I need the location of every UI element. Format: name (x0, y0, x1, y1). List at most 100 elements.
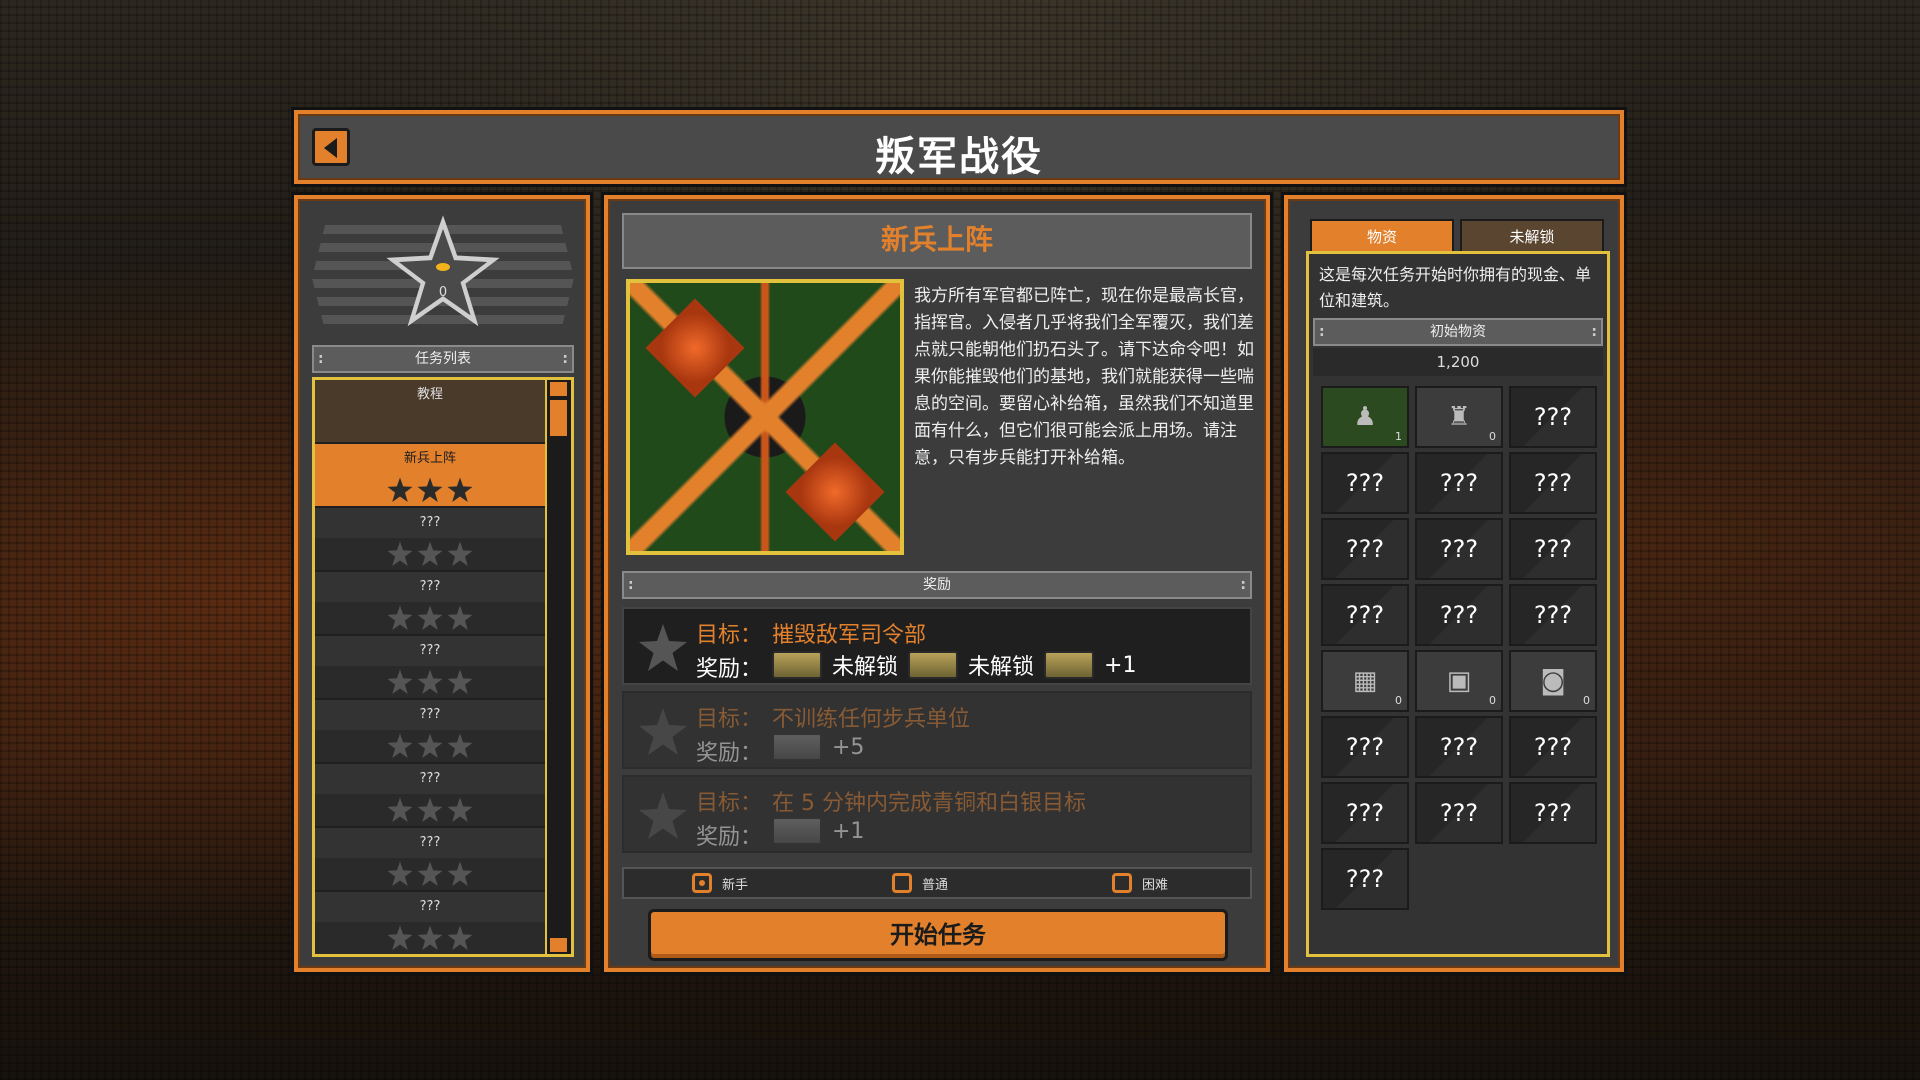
reward-label: 奖励： (696, 825, 763, 850)
star-icon (417, 861, 443, 886)
supply-slot-locked[interactable]: ??? (1509, 452, 1597, 514)
mission-list-item[interactable]: ??? (315, 700, 545, 764)
objective-star-icon (639, 792, 687, 839)
radio-checked-icon[interactable] (692, 873, 712, 893)
mission-name: ??? (315, 572, 545, 602)
supply-slot-locked[interactable]: ??? (1509, 386, 1597, 448)
mission-list-item[interactable]: ??? (315, 892, 545, 954)
difficulty-selector: 新手 普通 困难 (622, 867, 1252, 899)
slot-label: ??? (1533, 733, 1573, 761)
tabs: 物资 未解锁 (1310, 219, 1606, 253)
barracks-icon: ▣ (1446, 666, 1472, 696)
mission-stars (315, 666, 545, 698)
supply-slot-hangar[interactable]: ◙ 0 (1509, 650, 1597, 712)
mission-stars (315, 538, 545, 570)
soldier-icon: ♟ (1353, 402, 1377, 432)
scroll-up-arrow-icon[interactable] (550, 382, 567, 396)
mission-stars (315, 922, 545, 954)
star-icon (447, 861, 473, 886)
mission-stars (315, 794, 545, 826)
tab-supplies[interactable]: 物资 (1310, 219, 1454, 253)
supply-slot-locked[interactable]: ??? (1321, 848, 1409, 910)
slot-label: ??? (1345, 601, 1385, 629)
supply-slot-locked[interactable]: ??? (1321, 584, 1409, 646)
radio-unchecked-icon[interactable] (892, 873, 912, 893)
difficulty-option-normal[interactable]: 普通 (892, 873, 948, 893)
difficulty-option-hard[interactable]: 困难 (1112, 873, 1168, 893)
supply-slot-locked[interactable]: ??? (1509, 716, 1597, 778)
reward-label: 奖励： (696, 657, 763, 682)
supplies-content: 这是每次任务开始时你拥有的现金、单位和建筑。 初始物资 1,200 ♟1♜0??… (1306, 251, 1610, 957)
mission-detail-panel: 新兵上阵 我方所有军官都已阵亡，现在你是最高长官，指挥官。入侵者几乎将我们全军覆… (604, 195, 1270, 972)
supply-slot-locked[interactable]: ??? (1415, 782, 1503, 844)
slot-label: ??? (1345, 799, 1385, 827)
mission-name: ??? (315, 892, 545, 922)
mission-name: ??? (315, 700, 545, 730)
scroll-thumb[interactable] (550, 400, 567, 436)
mission-name: ??? (315, 508, 545, 538)
objective-star-icon (639, 708, 687, 755)
mission-list-item[interactable]: ??? (315, 508, 545, 572)
mission-name: ??? (315, 764, 545, 794)
supply-slot-barracks[interactable]: ▣ 0 (1415, 650, 1503, 712)
mission-name: ??? (315, 828, 545, 858)
star-icon (447, 925, 473, 950)
reward-text: 未解锁 (968, 655, 1035, 680)
star-icon (447, 733, 473, 758)
star-icon (387, 797, 413, 822)
mission-list-header: 任务列表 (312, 345, 574, 373)
title-bar: 叛军战役 (294, 110, 1624, 184)
supply-slot-locked[interactable]: ??? (1415, 452, 1503, 514)
slot-label: ??? (1533, 799, 1573, 827)
slot-label: ??? (1533, 403, 1573, 431)
supply-slot-locked[interactable]: ??? (1415, 518, 1503, 580)
unit-tank-icon (908, 651, 959, 679)
radio-unchecked-icon[interactable] (1112, 873, 1132, 893)
supply-slot-locked[interactable]: ??? (1321, 782, 1409, 844)
supply-slot-locked[interactable]: ??? (1509, 584, 1597, 646)
star-icon (417, 925, 443, 950)
star-icon (387, 477, 413, 502)
slot-label: ??? (1345, 865, 1385, 893)
slot-label: ??? (1439, 733, 1479, 761)
mission-name: 教程 (315, 380, 545, 410)
mission-list-item[interactable]: 新兵上阵 (315, 444, 545, 508)
scroll-down-arrow-icon[interactable] (550, 938, 567, 952)
supply-slot-locked[interactable]: ??? (1509, 518, 1597, 580)
mission-list-item[interactable]: ??? (315, 636, 545, 700)
tab-unlocks[interactable]: 未解锁 (1460, 219, 1604, 253)
mission-stars (315, 730, 545, 762)
supply-slot-robot[interactable]: ♜ 0 (1415, 386, 1503, 448)
reward-text: +5 (832, 734, 865, 760)
goal-label: 目标： (696, 791, 763, 816)
unit-truck-icon (772, 651, 822, 679)
reward-text: +1 (1104, 652, 1137, 678)
mission-stars (315, 602, 545, 634)
mission-list-item[interactable]: ??? (315, 764, 545, 828)
mission-list-item[interactable]: ??? (315, 572, 545, 636)
start-mission-button[interactable]: 开始任务 (648, 909, 1228, 961)
reward-row: 未解锁 未解锁 +1 (772, 649, 1136, 681)
supply-slot-locked[interactable]: ??? (1415, 716, 1503, 778)
mission-list-item[interactable]: ??? (315, 828, 545, 892)
supply-slot-locked[interactable]: ??? (1321, 452, 1409, 514)
difficulty-option-novice[interactable]: 新手 (692, 873, 748, 893)
star-icon (417, 669, 443, 694)
goal-text: 在 5 分钟内完成青铜和白银目标 (772, 791, 1086, 816)
supply-slot-factory[interactable]: ▦ 0 (1321, 650, 1409, 712)
goal-text: 摧毁敌军司令部 (772, 623, 927, 648)
mission-list-item[interactable]: 教程 (315, 380, 545, 444)
supply-slot-locked[interactable]: ??? (1415, 584, 1503, 646)
star-icon (387, 541, 413, 566)
map-thumbnail (626, 279, 904, 555)
difficulty-label: 新手 (722, 877, 749, 893)
supply-slot-locked[interactable]: ??? (1509, 782, 1597, 844)
slot-label: ??? (1439, 469, 1479, 497)
unit-jeep-icon (1044, 651, 1095, 679)
supply-slot-soldier[interactable]: ♟ 1 (1321, 386, 1409, 448)
star-icon (417, 797, 443, 822)
scrollbar[interactable] (545, 380, 571, 954)
star-icon (387, 669, 413, 694)
supply-slot-locked[interactable]: ??? (1321, 716, 1409, 778)
supply-slot-locked[interactable]: ??? (1321, 518, 1409, 580)
